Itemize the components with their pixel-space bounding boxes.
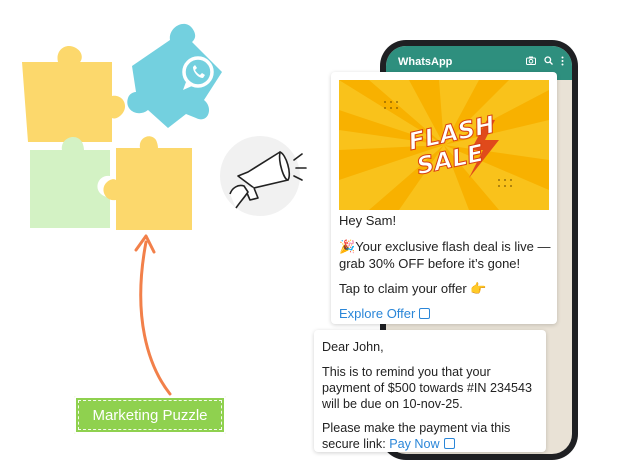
search-icon[interactable] (544, 56, 553, 69)
pointing-hand-icon: 👉 (470, 281, 487, 296)
payment-reminder-message: Dear John, This is to remind you that yo… (314, 330, 546, 452)
cta-line: Tap to claim your offer 👉 (339, 280, 553, 297)
puzzle-piece-green (30, 136, 110, 228)
payment-prompt: Please make the payment via this secure … (322, 420, 538, 452)
message-body: 🎉Your exclusive flash deal is live — gra… (339, 238, 553, 272)
external-link-icon-2[interactable] (443, 438, 455, 449)
reminder-body: This is to remind you that your payment … (322, 365, 533, 411)
cta-text: Tap to claim your offer (339, 281, 467, 296)
flash-sale-banner: FLASH SALE (339, 80, 549, 210)
camera-icon[interactable] (526, 56, 536, 69)
explore-offer-link[interactable]: Explore Offer (339, 305, 553, 322)
more-vertical-icon[interactable] (561, 56, 564, 69)
external-link-icon[interactable] (419, 308, 431, 319)
megaphone-icon (220, 136, 307, 216)
explore-offer-label[interactable]: Explore Offer (339, 306, 415, 321)
greeting-text-2: Dear John, (322, 340, 384, 354)
curved-arrow (134, 234, 172, 396)
label-dashed-border (78, 400, 222, 430)
party-icon: 🎉 (339, 239, 356, 254)
app-title: WhatsApp (398, 56, 453, 68)
flash-sale-message: FLASH SALE Hey Sam! 🎉Your exclusive flas… (331, 72, 557, 324)
pay-now-link[interactable]: Pay Now (389, 437, 455, 451)
offer-text: Your exclusive flash deal is live — grab… (339, 239, 551, 271)
puzzle-piece-yellow-bottom (103, 136, 192, 230)
pay-now-label[interactable]: Pay Now (389, 437, 439, 451)
greeting-text: Hey Sam! (339, 213, 397, 228)
marketing-puzzle-label: Marketing Puzzle (74, 396, 226, 434)
puzzle-piece-blue (127, 23, 222, 128)
puzzle-piece-yellow-top (22, 45, 126, 142)
